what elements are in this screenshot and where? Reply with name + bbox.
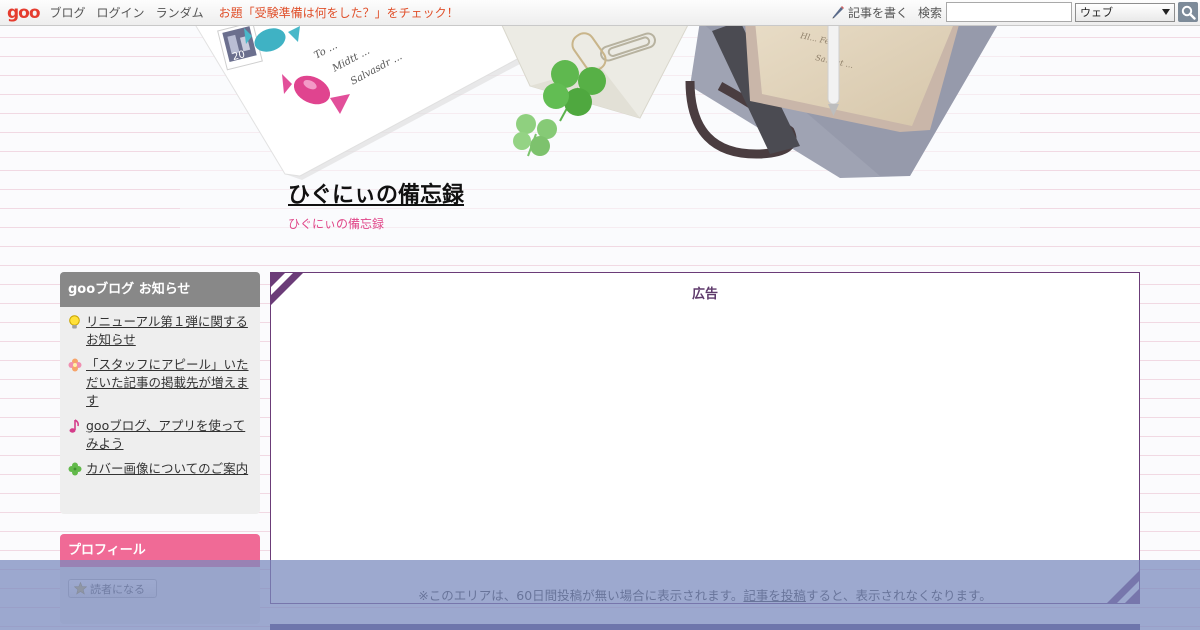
search-input[interactable]	[946, 2, 1072, 22]
goo-logo[interactable]: goo	[7, 0, 41, 26]
clover-icon	[68, 460, 86, 479]
header-illustration: 20 To ... Midtt ... Salvasdr ... Hl... F…	[180, 26, 1020, 246]
notice-item: 「スタッフにアピール」いただいた記事の掲載先が増えます	[68, 356, 252, 410]
corner-stripe-bottom-right	[1107, 571, 1139, 603]
nav-random-link[interactable]: ランダム	[156, 4, 204, 21]
ad-note-after: すると、表示されなくなります。	[805, 588, 992, 603]
top-bar: goo ブログ ログイン ランダム お題「受験準備は何をした？」をチェック！ 記…	[0, 0, 1200, 26]
profile-heading: プロフィール	[60, 534, 260, 567]
notice-item: gooブログ、アプリを使ってみよう	[68, 417, 252, 453]
flower-icon	[68, 356, 86, 410]
pen	[827, 26, 840, 116]
blog-subtitle: ひぐにぃの備忘録	[288, 217, 385, 231]
search-label: 検索	[917, 5, 942, 20]
ad-notice-text: ※このエリアは、60日間投稿が無い場合に表示されます。記事を投稿すると、表示され…	[271, 585, 1139, 603]
top-right-tools: 記事を書く 検索 ウェブ	[831, 2, 1198, 22]
notice-link-cover-image[interactable]: カバー画像についてのご案内	[86, 460, 248, 479]
ad-area: 広告 ※このエリアは、60日間投稿が無い場合に表示されます。記事を投稿すると、表…	[270, 272, 1140, 604]
ad-label: 広告	[691, 287, 718, 302]
ad-note-before: ※このエリアは、60日間投稿が無い場合に表示されます。	[418, 588, 744, 603]
search-scope-value: ウェブ	[1080, 6, 1113, 19]
topic-link[interactable]: お題「受験準備は何をした？」をチェック！	[219, 4, 459, 21]
write-article-link[interactable]: 記事を書く	[831, 4, 908, 21]
search-button[interactable]	[1178, 2, 1198, 22]
notice-link-renewal[interactable]: リニューアル第１弾に関するお知らせ	[86, 313, 252, 349]
notice-link-staff-appeal[interactable]: 「スタッフにアピール」いただいた記事の掲載先が増えます	[86, 356, 252, 410]
notice-heading: gooブログ お知らせ	[60, 272, 260, 307]
top-nav: ブログ ログイン ランダム	[50, 4, 215, 21]
notice-list: リニューアル第１弾に関するお知らせ 「スタッフにアピール」いただいた記事の掲載先…	[60, 307, 260, 479]
triangle-down-icon	[1162, 9, 1170, 15]
lightbulb-icon	[68, 313, 86, 349]
magnifier-icon	[1181, 5, 1196, 20]
notice-link-app[interactable]: gooブログ、アプリを使ってみよう	[86, 417, 252, 453]
follow-button[interactable]: 読者になる	[68, 579, 157, 598]
follow-button-label: 読者になる	[90, 582, 145, 596]
profile-box: プロフィール 読者になる	[60, 534, 260, 624]
nav-login-link[interactable]: ログイン	[97, 4, 145, 21]
notice-item: リニューアル第１弾に関するお知らせ	[68, 313, 252, 349]
music-note-icon	[68, 417, 86, 453]
blog-title[interactable]: ひぐにぃの備忘録	[288, 177, 464, 209]
notice-item: カバー画像についてのご案内	[68, 460, 252, 479]
notice-box: gooブログ お知らせ リニューアル第１弾に関するお知らせ 「スタッフにアピール…	[60, 272, 260, 514]
write-article-label: 記事を書く	[847, 5, 908, 20]
star-icon	[74, 582, 87, 595]
search-scope-select[interactable]: ウェブ	[1075, 2, 1175, 22]
nav-blog-link[interactable]: ブログ	[50, 4, 86, 21]
pencil-icon	[832, 6, 844, 19]
post-article-link[interactable]: 記事を投稿	[743, 588, 806, 603]
entry-top-bar	[270, 624, 1140, 630]
